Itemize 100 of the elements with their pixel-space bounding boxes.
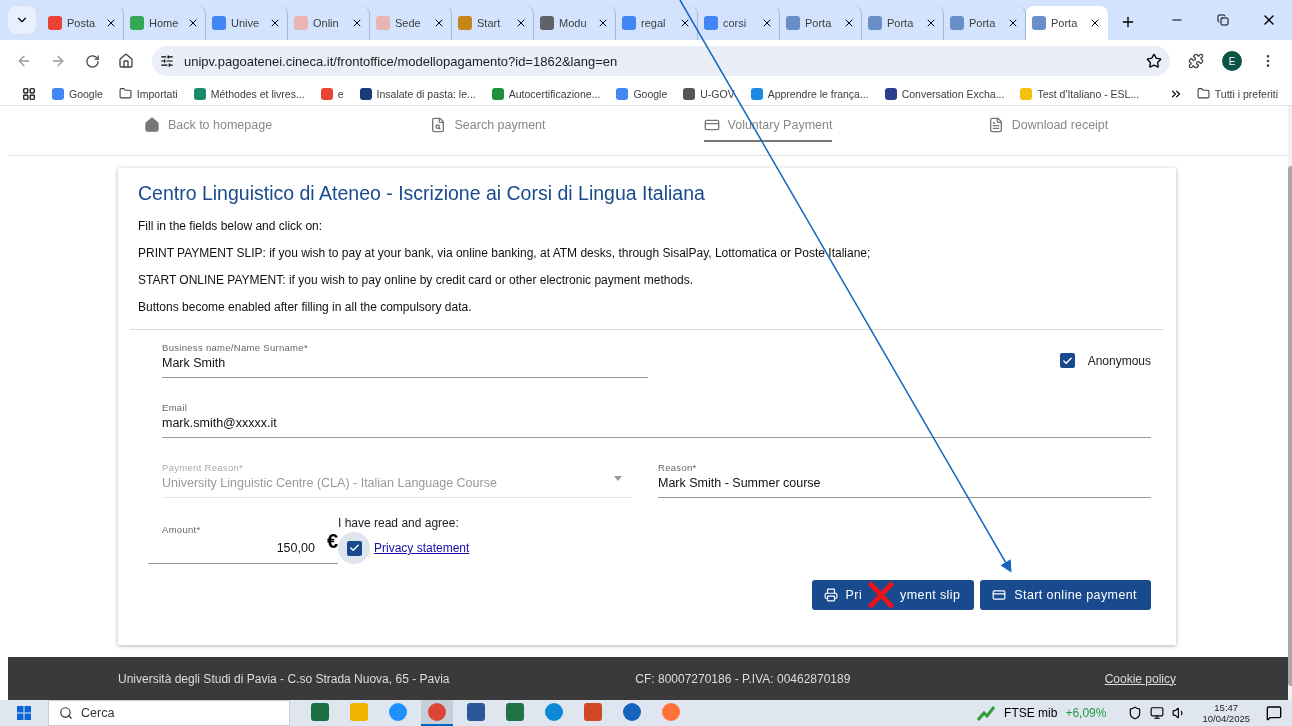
- clock[interactable]: 15:47 10/04/2025: [1202, 702, 1250, 724]
- ticker-change: +6,09%: [1065, 706, 1107, 720]
- favicon-icon: [491, 87, 504, 100]
- favicon-icon: [130, 16, 144, 30]
- tab-title: Start: [477, 17, 502, 29]
- bookmark-link[interactable]: Autocertificazione...: [491, 87, 601, 100]
- dropdown-caret-icon: [614, 476, 622, 481]
- favicon-icon: [294, 16, 308, 30]
- bookmark-link[interactable]: e: [320, 87, 344, 100]
- amount-input[interactable]: 150,00: [162, 541, 315, 555]
- close-icon[interactable]: [761, 17, 773, 29]
- site-settings-icon[interactable]: [160, 54, 174, 68]
- browser-tab[interactable]: corsi: [698, 6, 780, 40]
- profile-avatar[interactable]: E: [1222, 51, 1242, 71]
- browser-tab[interactable]: Unive: [206, 6, 288, 40]
- browser-tab[interactable]: Onlin: [288, 6, 370, 40]
- privacy-prompt: I have read and agree:: [338, 516, 460, 530]
- bookmark-link[interactable]: Google: [52, 87, 103, 100]
- notifications-icon[interactable]: [1266, 705, 1282, 721]
- close-icon[interactable]: [269, 17, 281, 29]
- close-icon[interactable]: [187, 17, 199, 29]
- close-icon[interactable]: [515, 17, 527, 29]
- ticker-name: FTSE mib: [1004, 706, 1058, 720]
- app-icon: [389, 703, 407, 721]
- bookmark-link[interactable]: Méthodes et livres...: [193, 87, 305, 100]
- currency-symbol: €: [326, 531, 338, 551]
- anonymous-checkbox[interactable]: [1059, 353, 1075, 368]
- favicon-icon: [52, 87, 64, 100]
- bookmark-link[interactable]: Apprendre le frança...: [750, 87, 869, 100]
- browser-tab[interactable]: Sede: [370, 6, 452, 40]
- name-input[interactable]: Mark Smith: [162, 356, 648, 370]
- bookmark-link[interactable]: Importati: [118, 87, 178, 100]
- nav-tab[interactable]: Download receipt: [987, 114, 1109, 142]
- favicon-icon: [622, 16, 636, 30]
- bookmark-link[interactable]: Test d'Italiano - ESL...: [1020, 87, 1140, 100]
- tab-title: Porta: [1051, 17, 1079, 29]
- check-icon: [348, 542, 360, 554]
- field-label: Payment Reason*: [162, 462, 244, 473]
- close-icon[interactable]: [1089, 17, 1101, 29]
- email-input[interactable]: mark.smith@xxxxx.it: [162, 416, 1151, 430]
- tab-title: Porta: [969, 17, 997, 29]
- favicon-icon: [683, 87, 696, 100]
- app-icon: [662, 703, 680, 721]
- favicon-icon: [376, 16, 390, 30]
- bookmark-link[interactable]: Conversation Excha...: [884, 87, 1005, 100]
- close-icon[interactable]: [351, 17, 363, 29]
- browser-tab[interactable]: Porta: [862, 6, 944, 40]
- browser-tab[interactable]: Posta: [42, 6, 124, 40]
- star-icon[interactable]: [1146, 53, 1162, 69]
- payment-button[interactable]: Start online payment: [980, 580, 1151, 610]
- app-icon: [623, 703, 641, 721]
- address-bar[interactable]: unipv.pagoatenei.cineca.it/frontoffice/modellopagamento?id=1862&lang=en: [152, 46, 1170, 76]
- favicon-icon: [868, 16, 882, 30]
- browser-tab[interactable]: Porta: [780, 6, 862, 40]
- reload-icon: [84, 53, 100, 69]
- card-icon: [992, 588, 1007, 602]
- tab-title: Home: [149, 17, 180, 29]
- nav-tab[interactable]: Back to homepage: [143, 114, 273, 142]
- reason-input[interactable]: Mark Smith - Summer course: [658, 476, 1151, 490]
- tab-title: Porta: [887, 17, 915, 29]
- close-icon[interactable]: [925, 17, 937, 29]
- field-label: Amount*: [162, 524, 201, 535]
- browser-tab[interactable]: regal: [616, 6, 698, 40]
- bookmark-link[interactable]: Insalate di pasta: le...: [359, 87, 476, 100]
- cookie-policy-link[interactable]: Cookie policy: [1104, 671, 1176, 686]
- taskbar-search-field[interactable]: Cerca: [48, 700, 290, 726]
- bookmark-link[interactable]: U-GOV: [683, 87, 735, 100]
- taskbar-app-button[interactable]: [421, 700, 453, 726]
- network-icon: [1150, 706, 1165, 720]
- bookmark-link[interactable]: Google: [616, 87, 668, 100]
- browser-tab[interactable]: Start: [452, 6, 534, 40]
- apps-grid-icon[interactable]: [22, 86, 36, 101]
- home-icon: [143, 117, 160, 133]
- shield-icon: [1128, 706, 1143, 720]
- close-icon[interactable]: [433, 17, 445, 29]
- close-icon[interactable]: [1007, 17, 1019, 29]
- favicon-icon: [320, 87, 333, 100]
- nav-tab[interactable]: Search payment: [430, 114, 546, 142]
- close-icon[interactable]: [597, 17, 609, 29]
- windows-logo-icon: [17, 706, 31, 720]
- app-icon: [545, 703, 563, 721]
- instruction-text: START ONLINE PAYMENT: if you wish to pay online by credit card or other electronic payment methods.: [138, 273, 695, 287]
- card-icon: [703, 117, 720, 133]
- favicon-icon: [1020, 87, 1033, 100]
- privacy-link[interactable]: Privacy statement: [374, 541, 470, 555]
- close-icon[interactable]: [105, 17, 117, 29]
- browser-tab[interactable]: Porta: [1026, 6, 1108, 40]
- privacy-checkbox[interactable]: [346, 540, 362, 556]
- app-icon: [311, 703, 329, 721]
- browser-tab[interactable]: Home: [124, 6, 206, 40]
- browser-tab[interactable]: Modu: [534, 6, 616, 40]
- close-icon[interactable]: [843, 17, 855, 29]
- tab-title: Posta: [67, 17, 97, 29]
- print-button[interactable]: Pri yment slip: [811, 580, 975, 610]
- tab-title: Unive: [231, 17, 261, 29]
- all-bookmarks-link[interactable]: Tutti i preferiti: [1196, 87, 1278, 100]
- search-icon: [430, 117, 447, 133]
- field-label: Email: [162, 402, 188, 413]
- close-icon[interactable]: [679, 17, 691, 29]
- search-placeholder: Cerca: [81, 706, 115, 720]
